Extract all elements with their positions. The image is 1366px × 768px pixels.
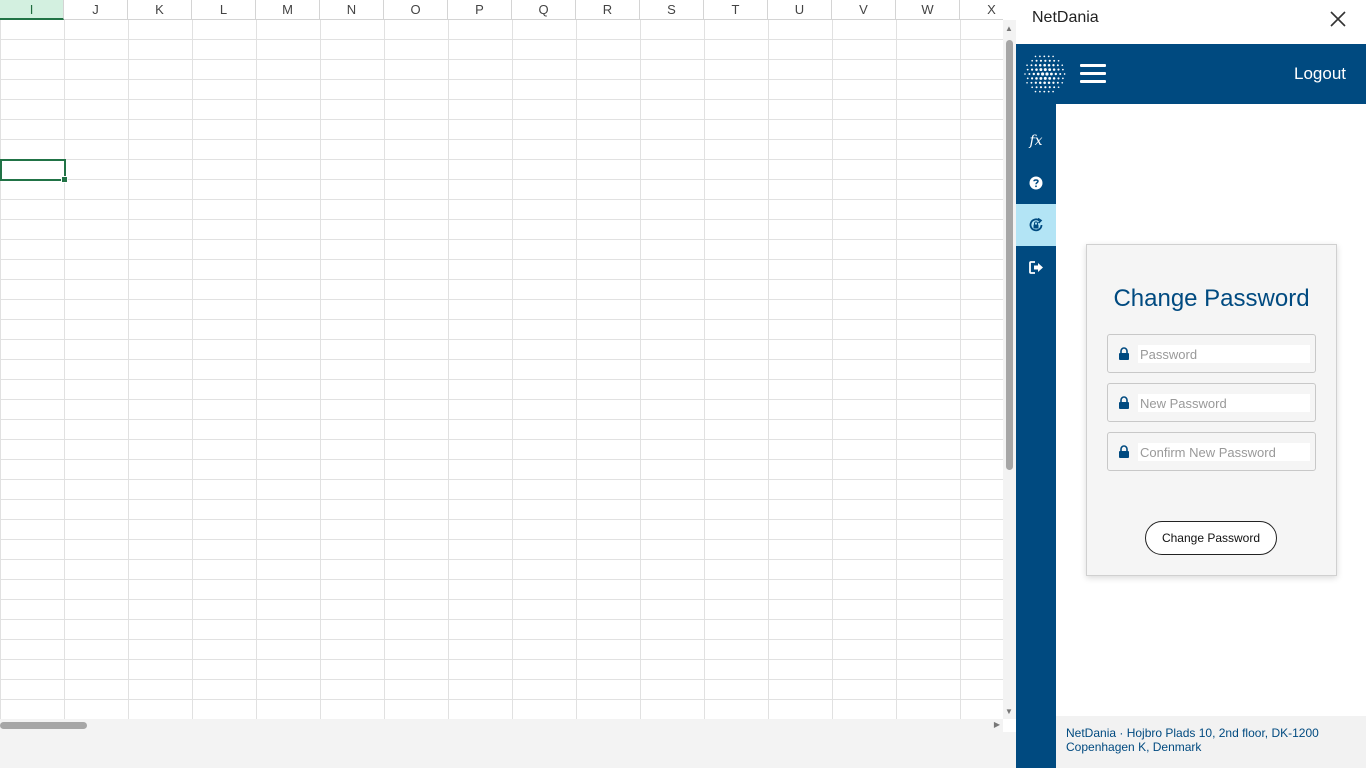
sidenav-item-help[interactable] (1016, 162, 1056, 204)
new-password-field[interactable] (1107, 383, 1316, 422)
column-header-o[interactable]: O (384, 0, 448, 20)
side-navigation: fx (1016, 104, 1056, 768)
confirm-password-input[interactable] (1138, 443, 1310, 461)
cell-grid[interactable] (0, 20, 1003, 719)
confirm-password-field[interactable] (1107, 432, 1316, 471)
change-password-button[interactable]: Change Password (1145, 521, 1277, 555)
column-header-r[interactable]: R (576, 0, 640, 20)
column-headers: I J K L M N O P Q R S T U V W X (0, 0, 1003, 20)
active-cell[interactable] (0, 159, 68, 183)
footer-address-line2: Copenhagen K, Denmark (1066, 740, 1202, 754)
column-header-s[interactable]: S (640, 0, 704, 20)
sidenav-item-change-password[interactable] (1016, 204, 1056, 246)
app-header: Logout (1016, 44, 1366, 104)
logout-button[interactable]: Logout (1294, 64, 1346, 84)
footer: NetDania · Hojbro Plads 10, 2nd floor, D… (1056, 716, 1366, 768)
column-header-m[interactable]: M (256, 0, 320, 20)
pane-title: NetDania (1032, 9, 1099, 26)
column-header-u[interactable]: U (768, 0, 832, 20)
pane-title-bar: NetDania (1016, 0, 1366, 44)
column-header-p[interactable]: P (448, 0, 512, 20)
change-password-card: Change Password Change Password (1086, 244, 1337, 576)
column-header-j[interactable]: J (64, 0, 128, 20)
column-header-n[interactable]: N (320, 0, 384, 20)
pane-content: Change Password Change Password (1056, 104, 1366, 716)
column-header-q[interactable]: Q (512, 0, 576, 20)
close-icon[interactable] (1326, 7, 1350, 31)
horizontal-scroll-thumb[interactable] (0, 722, 87, 729)
new-password-input[interactable] (1138, 394, 1310, 412)
vertical-scrollbar[interactable]: ▲ ▼ (1003, 20, 1016, 719)
password-reset-icon (1029, 217, 1043, 232)
netdania-task-pane: NetDania Logout fx Change Password Chang… (1016, 0, 1366, 768)
column-header-v[interactable]: V (832, 0, 896, 20)
fx-icon: fx (1029, 133, 1043, 149)
scroll-down-arrow-icon[interactable]: ▼ (1005, 707, 1013, 717)
hamburger-menu-icon[interactable] (1080, 64, 1106, 84)
footer-address-line1: NetDania · Hojbro Plads 10, 2nd floor, D… (1066, 726, 1319, 740)
horizontal-scrollbar[interactable]: ▶ (0, 719, 1003, 732)
scroll-right-arrow-icon[interactable]: ▶ (994, 720, 1000, 729)
spreadsheet-area: I J K L M N O P Q R S T U V W X ▲ ▼ ▶ (0, 0, 1016, 768)
column-header-t[interactable]: T (704, 0, 768, 20)
signout-icon (1028, 260, 1043, 274)
column-header-k[interactable]: K (128, 0, 192, 20)
password-input[interactable] (1138, 345, 1310, 363)
form-title: Change Password (1113, 285, 1310, 312)
scroll-up-arrow-icon[interactable]: ▲ (1005, 24, 1013, 34)
column-header-x[interactable]: X (960, 0, 1016, 20)
status-bar (0, 732, 1016, 768)
netdania-logo-icon (1024, 55, 1066, 93)
vertical-scroll-thumb[interactable] (1006, 40, 1013, 470)
sidenav-item-signout[interactable] (1016, 246, 1056, 288)
help-icon (1029, 176, 1043, 190)
lock-icon (1119, 396, 1129, 409)
column-header-i[interactable]: I (0, 0, 64, 20)
column-header-w[interactable]: W (896, 0, 960, 20)
column-header-l[interactable]: L (192, 0, 256, 20)
lock-icon (1119, 347, 1129, 360)
lock-icon (1119, 445, 1129, 458)
password-field[interactable] (1107, 334, 1316, 373)
sidenav-item-functions[interactable]: fx (1016, 120, 1056, 162)
